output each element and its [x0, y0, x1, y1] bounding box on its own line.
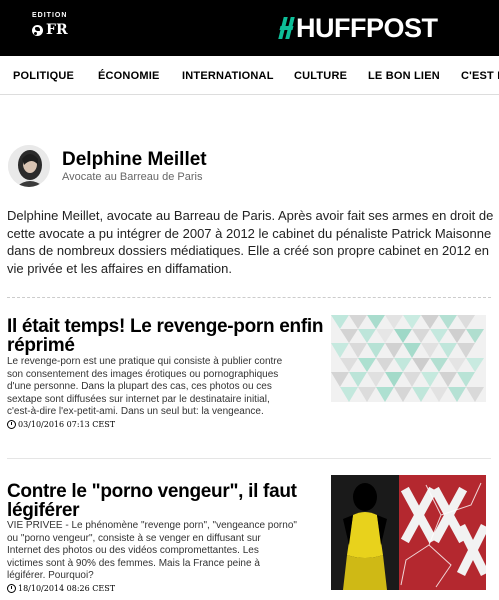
- article-title-line[interactable]: réprimé: [7, 336, 323, 355]
- author-title: Avocate au Barreau de Paris: [62, 171, 203, 183]
- author-avatar: [8, 145, 50, 187]
- article-thumbnail[interactable]: [331, 315, 486, 402]
- clock-icon: [7, 420, 16, 429]
- edition-selector[interactable]: EDITION FR: [32, 12, 68, 38]
- clock-icon: [7, 584, 16, 593]
- nav-item-international[interactable]: INTERNATIONAL: [182, 70, 274, 82]
- nav-item-politique[interactable]: POLITIQUE: [13, 70, 74, 82]
- bio-line: vie privée et les affaires en diffamatio…: [7, 260, 232, 276]
- excerpt-line: VIE PRIVEE - Le phénomène "revenge porn"…: [7, 520, 297, 531]
- nav-item-economie[interactable]: ÉCONOMIE: [98, 70, 160, 82]
- article-title[interactable]: Il était temps! Le revenge-porn enfin ré…: [7, 317, 323, 355]
- triangle-pattern-image: [331, 315, 486, 402]
- excerpt-line: Internet des photos ou des vidéos compro…: [7, 545, 259, 556]
- bio-line: cette avocate a pu intégrer de 2007 à 20…: [7, 225, 492, 241]
- site-header: EDITION FR HUFFPOST: [0, 0, 499, 56]
- article-title-line[interactable]: Il était temps! Le revenge-porn enfin: [7, 317, 323, 336]
- bio-line: Delphine Meillet, avocate au Barreau de …: [7, 208, 494, 223]
- edition-value: FR: [46, 22, 68, 38]
- main-nav: POLITIQUE ÉCONOMIE INTERNATIONAL CULTURE…: [0, 56, 499, 95]
- author-bio: Delphine Meillet, avocate au Barreau de …: [7, 207, 499, 277]
- excerpt-line: d'une personne. Dans la plupart des cas,…: [7, 381, 272, 392]
- article-title-line[interactable]: légiférer: [7, 501, 297, 520]
- logo-text: HUFFPOST: [296, 13, 438, 43]
- huffpost-logo[interactable]: HUFFPOST: [278, 14, 438, 42]
- article-title[interactable]: Contre le "porno vengeur", il faut légif…: [7, 482, 297, 520]
- excerpt-line: c'est-à-dire l'ex-petit-ami. Dans un seu…: [7, 406, 264, 417]
- excerpt-line: ou "porno vengeur", consiste à se venger…: [7, 532, 261, 544]
- nav-item-le-bon-lien[interactable]: LE BON LIEN: [368, 70, 440, 82]
- excerpt-line: Le revenge-porn est une pratique qui con…: [7, 356, 283, 367]
- nav-item-cest-la[interactable]: C'EST LA: [461, 70, 499, 82]
- article-date: 18/10/2014 08:26 CEST: [7, 584, 115, 593]
- avatar-portrait: [8, 145, 50, 187]
- bio-line: dans de nombreux dossiers médiatiques. E…: [7, 243, 490, 258]
- globe-icon: [32, 24, 43, 36]
- article-thumbnail[interactable]: [331, 475, 486, 590]
- article-divider: [7, 458, 491, 459]
- excerpt-line: légiférer. Pourquoi?: [7, 570, 94, 581]
- nav-item-culture[interactable]: CULTURE: [294, 70, 347, 82]
- article-excerpt: Le revenge-porn est une pratique qui con…: [7, 356, 307, 419]
- excerpt-line: son consentement des images érotiques ou…: [7, 368, 279, 380]
- article-date-text: 18/10/2014 08:26 CEST: [18, 584, 116, 593]
- revenge-porn-illustration: [331, 475, 486, 590]
- author-name: Delphine Meillet: [62, 149, 207, 170]
- logo-mark-icon: [278, 15, 295, 41]
- edition-label: EDITION: [32, 12, 68, 19]
- article-title-line[interactable]: Contre le "porno vengeur", il faut: [7, 482, 297, 501]
- article-date: 03/10/2016 07:13 CEST: [7, 420, 115, 429]
- excerpt-line: victimes sont à 90% des femmes. Mais la …: [7, 557, 260, 569]
- excerpt-line: sextape sont diffusées sur internet par …: [7, 393, 270, 405]
- article-date-text: 03/10/2016 07:13 CEST: [18, 420, 116, 429]
- section-divider: [7, 297, 491, 298]
- article-excerpt: VIE PRIVEE - Le phénomène "revenge porn"…: [7, 520, 307, 583]
